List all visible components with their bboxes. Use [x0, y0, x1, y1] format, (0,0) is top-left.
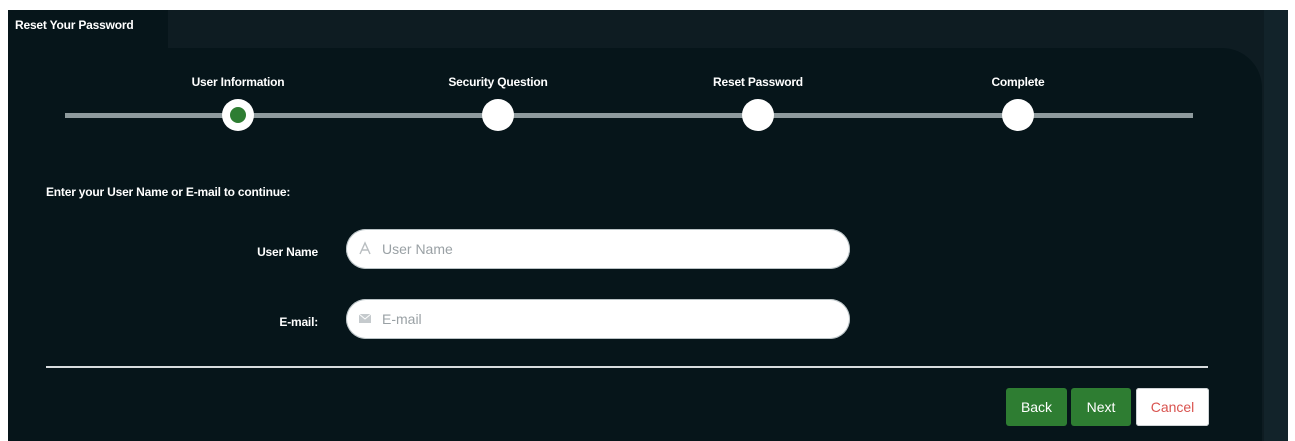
cancel-button[interactable]: Cancel [1136, 388, 1209, 426]
email-label: E-mail: [279, 315, 318, 329]
email-input[interactable] [378, 299, 836, 339]
form-instruction: Enter your User Name or E-mail to contin… [46, 185, 291, 199]
back-button[interactable]: Back [1006, 388, 1067, 426]
step-indicator [742, 99, 774, 131]
progress-stepper: User Information Security Question Reset… [8, 48, 1262, 158]
username-field[interactable] [346, 229, 850, 269]
step-label: Complete [991, 75, 1045, 89]
step-label: Security Question [448, 75, 548, 89]
username-input[interactable] [378, 229, 836, 269]
step-complete: Complete [938, 48, 1098, 131]
step-user-information: User Information [158, 48, 318, 131]
tab-label: Reset Your Password [15, 18, 134, 32]
step-indicator [482, 99, 514, 131]
step-reset-password: Reset Password [678, 48, 838, 131]
username-label: User Name [257, 245, 318, 259]
email-field[interactable] [346, 299, 850, 339]
step-label: Reset Password [713, 75, 803, 89]
envelope-icon [358, 311, 372, 325]
step-security-question: Security Question [418, 48, 578, 131]
next-button[interactable]: Next [1071, 388, 1131, 426]
step-indicator-active [222, 99, 254, 131]
step-indicator [1002, 99, 1034, 131]
active-step-dot [230, 107, 246, 123]
step-label: User Information [191, 75, 285, 89]
page-edge [1264, 10, 1288, 441]
user-icon [358, 241, 372, 255]
tab-reset-your-password[interactable]: Reset Your Password [8, 10, 168, 48]
reset-password-window: Reset Your Password User Information Sec… [8, 10, 1288, 441]
reset-password-panel: User Information Security Question Reset… [8, 48, 1262, 441]
form-divider [46, 366, 1208, 368]
